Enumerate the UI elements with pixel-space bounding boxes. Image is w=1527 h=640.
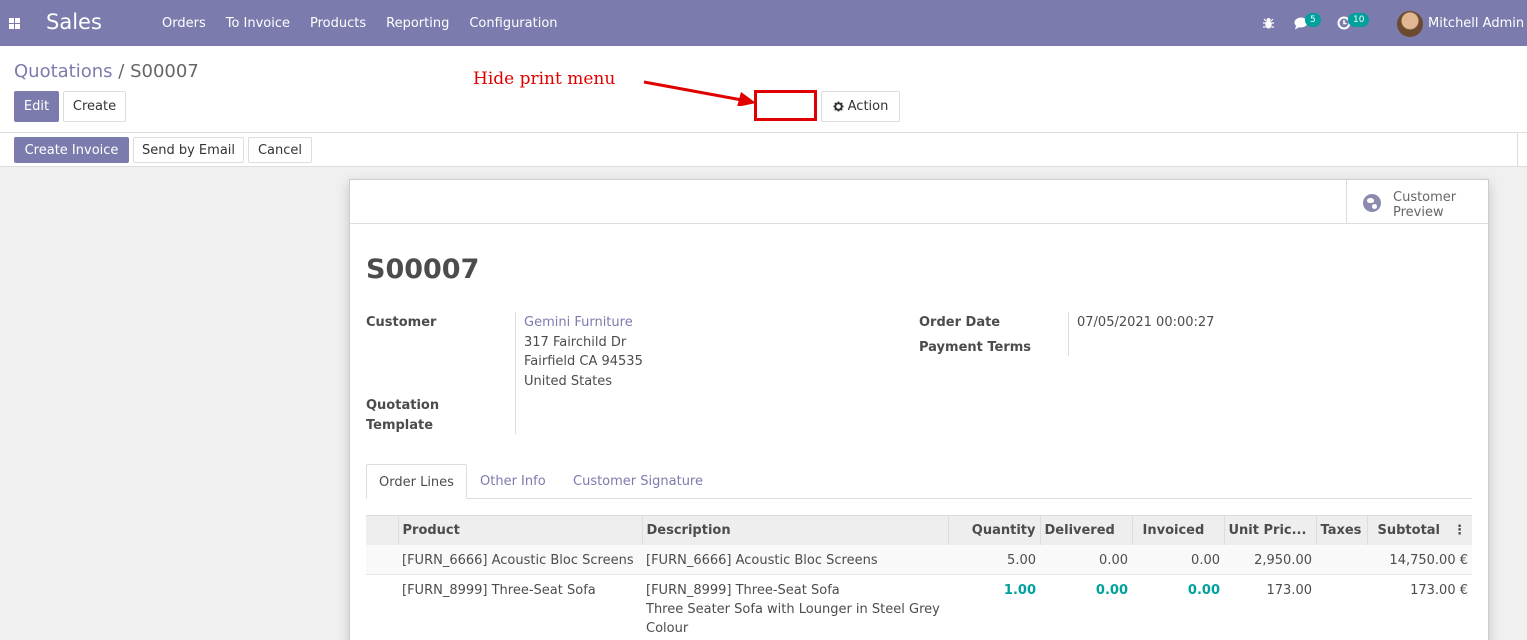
header-quantity[interactable]: Quantity bbox=[947, 515, 1040, 545]
header-subtotal-label: Subtotal bbox=[1377, 522, 1441, 538]
document-title: S00007 bbox=[366, 254, 480, 285]
column-options-icon[interactable]: ⋮ bbox=[1453, 523, 1466, 538]
description-line-1: [FURN_8999] Three-Seat Sofa bbox=[646, 582, 840, 598]
tab-order-lines[interactable]: Order Lines bbox=[366, 464, 467, 499]
table-row[interactable]: [FURN_8999] Three-Seat Sofa [FURN_8999] … bbox=[366, 574, 1472, 640]
order-date-label: Order Date bbox=[919, 315, 1001, 330]
cell-delivered[interactable]: 0.00 bbox=[1040, 544, 1132, 575]
top-navbar: Sales Orders To Invoice Products Reporti… bbox=[0, 0, 1527, 46]
description-line-2: Three Seater Sofa with Lounger in Steel … bbox=[646, 601, 940, 617]
cancel-button[interactable]: Cancel bbox=[248, 137, 312, 163]
cell-description[interactable]: [FURN_6666] Acoustic Bloc Screens bbox=[642, 544, 948, 575]
header-description[interactable]: Description bbox=[641, 515, 948, 545]
customer-label: Customer bbox=[366, 315, 437, 330]
cell-taxes[interactable] bbox=[1316, 574, 1367, 640]
menu-products[interactable]: Products bbox=[310, 16, 366, 31]
annotation-arrow bbox=[643, 80, 756, 106]
menu-orders[interactable]: Orders bbox=[162, 16, 206, 31]
header-handle bbox=[366, 515, 398, 545]
customer-preview-label: Customer Preview bbox=[1393, 190, 1457, 220]
customer-preview-button[interactable]: Customer Preview bbox=[1346, 180, 1488, 224]
cell-product[interactable]: [FURN_8999] Three-Seat Sofa bbox=[398, 574, 642, 640]
main-menu: Orders To Invoice Products Reporting Con… bbox=[162, 16, 578, 31]
action-label: Action bbox=[847, 99, 889, 114]
cell-description[interactable]: [FURN_8999] Three-Seat Sofa Three Seater… bbox=[642, 574, 948, 640]
cell-delivered[interactable]: 0.00 bbox=[1040, 574, 1132, 640]
app-brand[interactable]: Sales bbox=[46, 10, 102, 34]
order-lines-table: Product Description Quantity Delivered I… bbox=[366, 515, 1472, 640]
table-header: Product Description Quantity Delivered I… bbox=[366, 515, 1472, 545]
edit-button[interactable]: Edit bbox=[14, 91, 59, 122]
order-date-value[interactable]: 07/05/2021 00:00:27 bbox=[1077, 315, 1214, 330]
apps-menu-icon[interactable] bbox=[9, 18, 20, 29]
cell-quantity[interactable]: 5.00 bbox=[948, 544, 1040, 575]
cell-subtotal: 14,750.00 € bbox=[1367, 544, 1472, 575]
button-box: Customer Preview bbox=[350, 180, 1488, 224]
field-divider-right bbox=[1068, 312, 1069, 356]
header-product[interactable]: Product bbox=[397, 515, 642, 545]
row-handle bbox=[366, 544, 398, 575]
cell-subtotal: 173.00 € bbox=[1410, 582, 1468, 598]
annotation-text: Hide print menu bbox=[473, 69, 616, 89]
send-email-button[interactable]: Send by Email bbox=[133, 137, 244, 163]
form-sheet: Customer Preview S00007 Customer Gemini … bbox=[349, 179, 1489, 640]
user-avatar[interactable] bbox=[1397, 11, 1423, 37]
quotation-template-label-1: Quotation bbox=[366, 398, 440, 413]
description-line-3: Colour bbox=[646, 620, 689, 636]
status-bar: Create Invoice Send by Email Cancel bbox=[0, 133, 1527, 167]
menu-to-invoice[interactable]: To Invoice bbox=[226, 16, 290, 31]
cell-invoiced: 0.00 bbox=[1132, 544, 1224, 575]
field-divider-left bbox=[515, 312, 516, 434]
cell-invoiced: 0.00 bbox=[1187, 582, 1220, 598]
bug-icon[interactable] bbox=[1262, 17, 1275, 30]
activities-badge: 10 bbox=[1348, 13, 1370, 27]
tab-customer-signature[interactable]: Customer Signature bbox=[561, 464, 715, 499]
hidden-print-menu-highlight bbox=[754, 90, 817, 121]
customer-link[interactable]: Gemini Furniture bbox=[524, 315, 633, 330]
user-name[interactable]: Mitchell Admin bbox=[1428, 16, 1524, 31]
header-invoiced[interactable]: Invoiced bbox=[1131, 515, 1224, 545]
address-line-2: Fairfield CA 94535 bbox=[524, 354, 643, 369]
header-taxes[interactable]: Taxes bbox=[1315, 515, 1367, 545]
messages-badge: 5 bbox=[1305, 13, 1321, 27]
cell-unit-price[interactable]: 173.00 bbox=[1224, 574, 1316, 640]
cell-quantity[interactable]: 1.00 bbox=[948, 574, 1040, 640]
menu-configuration[interactable]: Configuration bbox=[469, 16, 557, 31]
table-row[interactable]: [FURN_6666] Acoustic Bloc Screens [FURN_… bbox=[366, 544, 1472, 575]
action-button[interactable]: Action bbox=[821, 91, 900, 122]
header-subtotal[interactable]: Subtotal ⋮ bbox=[1366, 515, 1472, 545]
globe-icon bbox=[1363, 194, 1381, 212]
cell-unit-price[interactable]: 2,950.00 bbox=[1224, 544, 1316, 575]
payment-terms-label: Payment Terms bbox=[919, 340, 1032, 355]
breadcrumb-quotations[interactable]: Quotations bbox=[14, 61, 113, 82]
address-line-1: 317 Fairchild Dr bbox=[524, 335, 627, 350]
create-invoice-button[interactable]: Create Invoice bbox=[14, 137, 129, 163]
breadcrumb-separator: / bbox=[118, 61, 125, 82]
quotation-template-label-2: Template bbox=[366, 418, 434, 433]
menu-reporting[interactable]: Reporting bbox=[386, 16, 449, 31]
header-unit-price[interactable]: Unit Pric... bbox=[1223, 515, 1316, 545]
breadcrumb: Quotations / S00007 bbox=[14, 61, 199, 82]
tab-other-info[interactable]: Other Info bbox=[468, 464, 558, 499]
create-button[interactable]: Create bbox=[63, 91, 126, 122]
gear-icon bbox=[833, 101, 844, 112]
address-line-3: United States bbox=[524, 374, 613, 389]
header-delivered[interactable]: Delivered bbox=[1039, 515, 1132, 545]
row-handle bbox=[366, 574, 398, 640]
notebook-tabs: Order Lines Other Info Customer Signatur… bbox=[366, 464, 1472, 499]
cell-taxes[interactable] bbox=[1316, 544, 1367, 575]
control-panel: Quotations / S00007 Edit Create Hide pri… bbox=[0, 46, 1527, 133]
cell-product[interactable]: [FURN_6666] Acoustic Bloc Screens bbox=[398, 544, 642, 575]
breadcrumb-current: S00007 bbox=[130, 61, 199, 82]
statusbar-divider bbox=[1517, 133, 1518, 167]
